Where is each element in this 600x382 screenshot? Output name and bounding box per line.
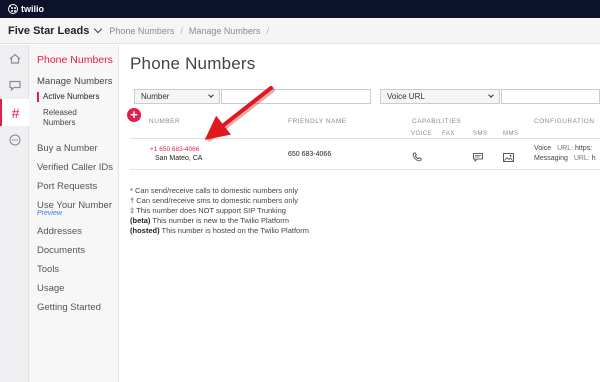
filter-field-label: Number (141, 92, 170, 101)
breadcrumb-separator: / (266, 25, 269, 36)
logo-text: twilio (21, 4, 44, 14)
breadcrumb: Five Star Leads Phone Numbers / Manage N… (0, 18, 600, 44)
nav-title[interactable]: Phone Numbers (29, 54, 118, 66)
chat-bubble-icon[interactable] (0, 72, 29, 99)
filter-number-input[interactable] (221, 89, 371, 104)
config-messaging-url-key: URL: (573, 155, 590, 162)
breadcrumb-phone-numbers[interactable]: Phone Numbers (109, 26, 174, 36)
filter-voice-url-input[interactable] (501, 89, 600, 104)
note-line: (hosted) This number is hosted on the Tw… (130, 226, 309, 235)
note-line: (beta) This number is new to the Twilio … (130, 216, 289, 225)
column-header-number: NUMBER (149, 118, 181, 125)
config-messaging-url-value: h (591, 155, 596, 162)
nav-usage[interactable]: Usage (29, 283, 118, 294)
nav-port-requests[interactable]: Port Requests (29, 181, 118, 192)
nav-documents[interactable]: Documents (29, 245, 118, 256)
filter-field-select[interactable]: Number (134, 89, 220, 104)
chevron-down-icon (488, 92, 494, 98)
chevron-down-icon (208, 92, 214, 98)
main-content: Phone Numbers Number Voice URL + NUMBER … (120, 45, 600, 382)
config-voice-label: Voice (534, 145, 552, 152)
column-header-configuration: CONFIGURATION (534, 118, 595, 125)
top-bar: twilio (0, 0, 600, 18)
column-header-sms: SMS (473, 131, 488, 137)
account-name: Five Star Leads (8, 24, 90, 37)
preview-badge: Preview (37, 210, 62, 217)
note-line: ‡ This number does NOT support SIP Trunk… (130, 206, 286, 215)
table-header-divider (130, 138, 600, 139)
icon-rail: # (0, 45, 29, 382)
config-voice-url-value: https: (574, 145, 593, 152)
add-number-button[interactable]: + (127, 108, 141, 122)
nav-released-numbers-label: Released Numbers (43, 108, 77, 127)
note-line: * Can send/receive calls to domestic num… (130, 186, 298, 195)
twilio-logo[interactable]: twilio (8, 4, 44, 14)
mms-capability-icon (503, 149, 514, 162)
nav-getting-started[interactable]: Getting Started (29, 302, 118, 313)
voice-capability-icon (412, 149, 422, 162)
nav-buy-a-number[interactable]: Buy a Number (29, 143, 118, 154)
phone-number-link[interactable]: +1 650 683-4066 (150, 146, 199, 153)
nav-use-your-number[interactable]: Use Your Number Preview (29, 200, 118, 217)
number-location: San Mateo, CA (155, 155, 203, 162)
nav-manage-numbers[interactable]: Manage Numbers (29, 76, 118, 87)
side-nav: Phone Numbers Manage Numbers Active Numb… (29, 45, 119, 382)
account-switcher[interactable]: Five Star Leads (8, 25, 109, 37)
config-messaging-label: Messaging (534, 155, 568, 162)
note-line: † Can send/receive sms to domestic numbe… (130, 196, 298, 205)
config-voice-url-key: URL: (557, 145, 574, 152)
nav-tools[interactable]: Tools (29, 264, 118, 275)
nav-active-numbers[interactable]: Active Numbers (37, 92, 118, 102)
legend-notes: * Can send/receive calls to domestic num… (130, 186, 309, 236)
column-header-voice: VOICE (411, 131, 433, 137)
hash-icon[interactable]: # (0, 99, 29, 126)
nav-released-numbers[interactable]: Released Numbers (37, 108, 97, 128)
column-header-capabilities: CAPABILITIES (412, 118, 462, 125)
more-icon[interactable] (0, 126, 29, 153)
nav-addresses[interactable]: Addresses (29, 226, 118, 237)
friendly-name: 650 683-4066 (288, 151, 332, 158)
sms-capability-icon (473, 149, 483, 162)
nav-verified-caller-ids[interactable]: Verified Caller IDs (29, 162, 118, 173)
breadcrumb-manage-numbers[interactable]: Manage Numbers (189, 26, 261, 36)
twilio-logo-icon (8, 4, 18, 14)
column-header-friendly-name: FRIENDLY NAME (288, 118, 347, 125)
filter-voice-url-select[interactable]: Voice URL (380, 89, 500, 104)
column-header-mms: MMS (503, 131, 519, 137)
table-row-divider (130, 169, 600, 170)
config-voice: Voice URL: https: (534, 145, 592, 152)
breadcrumb-separator: / (180, 25, 183, 36)
column-header-fax: FAX (442, 131, 455, 137)
config-messaging: Messaging URL: h (534, 155, 596, 162)
chevron-down-icon (94, 24, 103, 34)
home-icon[interactable] (0, 45, 29, 72)
page-title: Phone Numbers (130, 54, 256, 73)
filter-voice-url-label: Voice URL (387, 92, 425, 101)
